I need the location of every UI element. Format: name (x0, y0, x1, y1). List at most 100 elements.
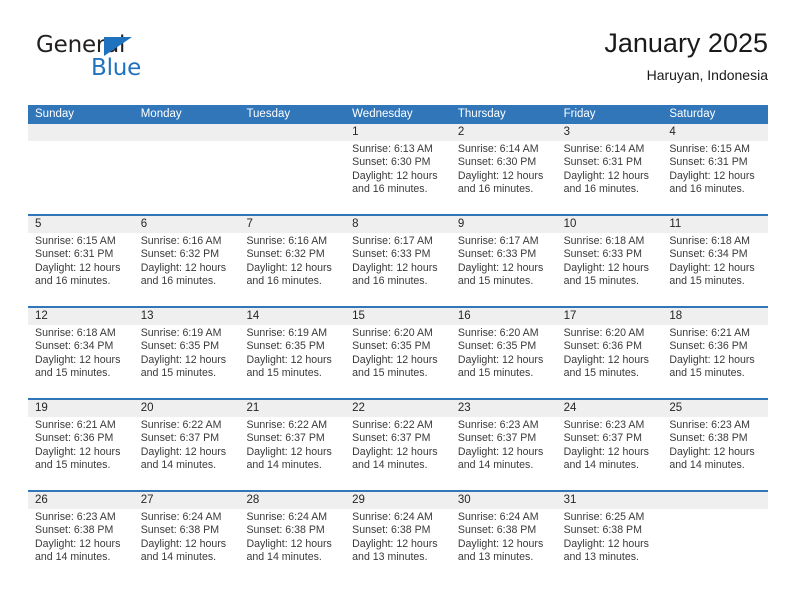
day-cell[interactable]: Sunrise: 6:14 AM Sunset: 6:30 PM Daylight:… (451, 141, 557, 214)
general-blue-logo[interactable]: General Blue (36, 32, 256, 90)
day-cell[interactable]: Sunrise: 6:23 AM Sunset: 6:37 PM Daylight:… (451, 417, 557, 490)
sunset-text: Sunset: 6:31 PM (35, 248, 114, 261)
day-number[interactable]: 23 (451, 400, 557, 417)
week-daynumber-band: 12 13 14 15 16 17 18 (28, 308, 768, 325)
daylight-text-cont: and 16 minutes. (35, 275, 111, 288)
day-cell[interactable]: Sunrise: 6:22 AM Sunset: 6:37 PM Daylight:… (134, 417, 240, 490)
day-cell[interactable]: Sunrise: 6:24 AM Sunset: 6:38 PM Daylight:… (239, 509, 345, 582)
day-cell[interactable]: Sunrise: 6:16 AM Sunset: 6:32 PM Daylight:… (134, 233, 240, 306)
daylight-text-cont: and 15 minutes. (352, 367, 428, 380)
day-cell[interactable]: Sunrise: 6:21 AM Sunset: 6:36 PM Daylight:… (28, 417, 134, 490)
day-number[interactable]: 7 (239, 216, 345, 233)
day-number[interactable]: 12 (28, 308, 134, 325)
day-number[interactable]: 20 (134, 400, 240, 417)
sunset-text: Sunset: 6:31 PM (563, 156, 642, 169)
day-number[interactable]: 25 (662, 400, 768, 417)
day-cell[interactable]: Sunrise: 6:24 AM Sunset: 6:38 PM Daylight:… (134, 509, 240, 582)
daylight-text-cont: and 15 minutes. (140, 367, 217, 380)
day-cell[interactable]: Sunrise: 6:24 AM Sunset: 6:38 PM Daylight:… (345, 509, 451, 582)
day-number[interactable]: 8 (345, 216, 451, 233)
daylight-text: Daylight: 12 hours (352, 445, 438, 458)
day-number[interactable]: 19 (28, 400, 134, 417)
day-cell-empty (239, 141, 345, 214)
weekday-header-friday: Friday (563, 108, 596, 120)
sunset-text: Sunset: 6:36 PM (669, 340, 748, 353)
day-number[interactable]: 28 (239, 492, 345, 509)
day-number[interactable]: 31 (557, 492, 663, 509)
sunrise-text: Sunrise: 6:18 AM (563, 235, 645, 247)
day-number[interactable]: 14 (239, 308, 345, 325)
day-number[interactable]: 6 (134, 216, 240, 233)
day-cell[interactable]: Sunrise: 6:15 AM Sunset: 6:31 PM Daylight:… (28, 233, 134, 306)
day-cell[interactable]: Sunrise: 6:24 AM Sunset: 6:38 PM Daylight:… (451, 509, 557, 582)
day-number[interactable]: 5 (28, 216, 134, 233)
calendar-weeks: 1 2 3 4 Sunrise: 6:13 AM Sunset: 6:30 PM Dayli… (28, 124, 768, 582)
day-cell[interactable]: Sunrise: 6:22 AM Sunset: 6:37 PM Daylight:… (345, 417, 451, 490)
day-number[interactable]: 17 (557, 308, 663, 325)
day-number[interactable]: 10 (557, 216, 663, 233)
weekday-header-tuesday: Tuesday (246, 108, 291, 120)
day-number[interactable]: 29 (345, 492, 451, 509)
sunrise-text: Sunrise: 6:15 AM (35, 235, 116, 247)
daylight-text-cont: and 15 minutes. (563, 275, 639, 288)
day-number[interactable]: 4 (662, 124, 768, 141)
sunrise-text: Sunrise: 6:17 AM (352, 235, 433, 247)
day-cell[interactable]: Sunrise: 6:16 AM Sunset: 6:32 PM Daylight:… (239, 233, 345, 306)
day-cell[interactable]: Sunrise: 6:18 AM Sunset: 6:34 PM Daylight:… (662, 233, 768, 306)
day-cell[interactable]: Sunrise: 6:19 AM Sunset: 6:35 PM Daylight:… (239, 325, 345, 398)
day-cell[interactable]: Sunrise: 6:22 AM Sunset: 6:37 PM Daylight:… (239, 417, 345, 490)
day-number[interactable]: 26 (28, 492, 134, 509)
sunrise-text: Sunrise: 6:23 AM (35, 511, 116, 523)
sunset-text: Sunset: 6:34 PM (35, 340, 114, 353)
sunrise-text: Sunrise: 6:22 AM (352, 419, 433, 431)
day-cell[interactable]: Sunrise: 6:14 AM Sunset: 6:31 PM Daylight:… (557, 141, 663, 214)
sunrise-text: Sunrise: 6:23 AM (669, 419, 750, 431)
day-number[interactable]: 9 (451, 216, 557, 233)
day-cell[interactable]: Sunrise: 6:17 AM Sunset: 6:33 PM Daylight:… (451, 233, 557, 306)
sunset-text: Sunset: 6:35 PM (246, 340, 325, 353)
daylight-text-cont: and 16 minutes. (563, 183, 639, 196)
daylight-text: Daylight: 12 hours (563, 169, 649, 182)
daylight-text-cont: and 15 minutes. (457, 367, 534, 380)
day-number[interactable]: 15 (345, 308, 451, 325)
daylight-text: Daylight: 12 hours (246, 445, 332, 458)
day-number[interactable]: 21 (239, 400, 345, 417)
day-number[interactable]: 13 (134, 308, 240, 325)
daylight-text: Daylight: 12 hours (457, 261, 544, 274)
day-number[interactable]: 3 (557, 124, 663, 141)
day-cell[interactable]: Sunrise: 6:18 AM Sunset: 6:34 PM Daylight:… (28, 325, 134, 398)
daylight-text: Daylight: 12 hours (669, 353, 755, 366)
day-number[interactable]: 27 (134, 492, 240, 509)
day-cell[interactable]: Sunrise: 6:20 AM Sunset: 6:36 PM Daylight:… (557, 325, 663, 398)
daylight-text: Daylight: 12 hours (563, 353, 649, 366)
day-number[interactable]: 22 (345, 400, 451, 417)
calendar-page: General Blue January 2025 Haruyan, Indon… (0, 0, 792, 612)
sunset-text: Sunset: 6:38 PM (669, 432, 748, 445)
day-cell[interactable]: Sunrise: 6:20 AM Sunset: 6:35 PM Daylight:… (451, 325, 557, 398)
daylight-text: Daylight: 12 hours (563, 445, 649, 458)
day-cell[interactable]: Sunrise: 6:18 AM Sunset: 6:33 PM Daylight:… (557, 233, 663, 306)
day-number[interactable]: 24 (557, 400, 663, 417)
day-number[interactable]: 30 (451, 492, 557, 509)
day-number[interactable]: 2 (451, 124, 557, 141)
day-number[interactable]: 1 (345, 124, 451, 141)
calendar-grid: Sunday Monday Tuesday Wednesday Thursday Frid… (28, 105, 768, 582)
day-cell[interactable]: Sunrise: 6:25 AM Sunset: 6:38 PM Daylight:… (557, 509, 663, 582)
day-cell[interactable]: Sunrise: 6:23 AM Sunset: 6:38 PM Daylight:… (28, 509, 134, 582)
day-number[interactable]: 16 (451, 308, 557, 325)
day-cell[interactable]: Sunrise: 6:21 AM Sunset: 6:36 PM Daylight:… (662, 325, 768, 398)
day-number[interactable]: 11 (662, 216, 768, 233)
day-number[interactable]: 18 (662, 308, 768, 325)
weekday-header-thursday: Thursday (457, 108, 506, 120)
day-cell[interactable]: Sunrise: 6:23 AM Sunset: 6:38 PM Daylight:… (662, 417, 768, 490)
page-header: General Blue January 2025 Haruyan, Indon… (28, 26, 768, 96)
day-cell[interactable]: Sunrise: 6:13 AM Sunset: 6:30 PM Daylight:… (345, 141, 451, 214)
day-cell[interactable]: Sunrise: 6:15 AM Sunset: 6:31 PM Daylight:… (662, 141, 768, 214)
day-cell[interactable]: Sunrise: 6:17 AM Sunset: 6:33 PM Daylight:… (345, 233, 451, 306)
day-cell[interactable]: Sunrise: 6:20 AM Sunset: 6:35 PM Daylight:… (345, 325, 451, 398)
daylight-text: Daylight: 12 hours (457, 537, 544, 550)
daylight-text-cont: and 14 minutes. (352, 459, 428, 472)
day-cell[interactable]: Sunrise: 6:23 AM Sunset: 6:37 PM Daylight:… (557, 417, 663, 490)
day-cell[interactable]: Sunrise: 6:19 AM Sunset: 6:35 PM Daylight:… (134, 325, 240, 398)
sunset-text: Sunset: 6:32 PM (140, 248, 220, 261)
